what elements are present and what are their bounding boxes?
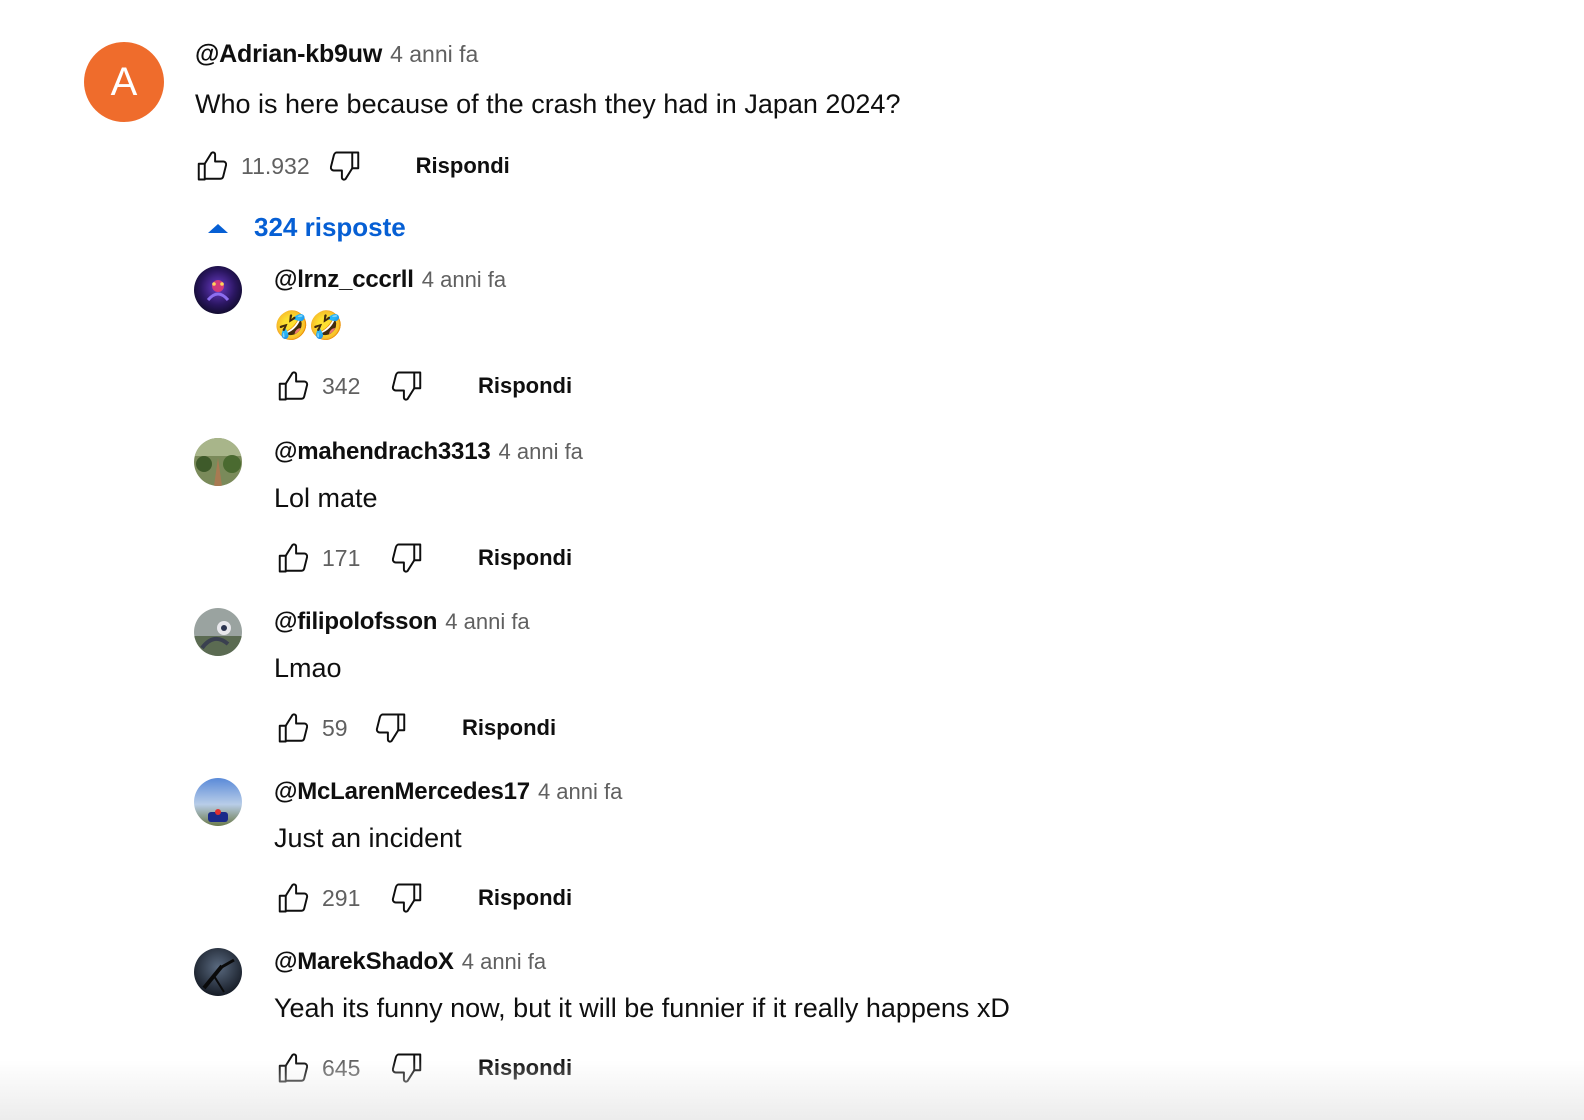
reply-button[interactable]: Rispondi [416,153,510,179]
like-button[interactable] [274,1048,314,1088]
dislike-button[interactable] [386,538,426,578]
reply-header: @MarekShadoX 4 anni fa [274,948,1474,982]
reply-header: @mahendrach3313 4 anni fa [274,438,1474,472]
published-time[interactable]: 4 anni fa [445,609,529,635]
published-time[interactable]: 4 anni fa [538,779,622,805]
author-handle[interactable]: @mahendrach3313 [274,438,491,466]
thumbs-down-icon [391,543,422,573]
caret-up-icon [208,223,228,233]
published-time[interactable]: 4 anni fa [390,41,478,68]
reply-button[interactable]: Rispondi [478,885,572,911]
published-time[interactable]: 4 anni fa [499,439,583,465]
reply-body: @McLarenMercedes17 4 anni fa Just an inc… [274,778,1474,918]
thumbs-down-icon [375,713,406,743]
thumbs-up-icon [278,713,309,743]
avatar[interactable] [194,608,242,656]
reply-text: Just an incident [274,823,462,853]
like-count: 342 [322,372,361,399]
comment-header: @Adrian-kb9uw 4 anni fa [195,40,1495,78]
like-button[interactable] [274,366,314,406]
dislike-button[interactable] [324,146,364,186]
comment-actions: 11.932 Rispondi [193,146,1495,186]
comment-text: Who is here because of the crash they ha… [195,89,901,119]
reply-body: @filipolofsson 4 anni fa Lmao 59 Rispond… [274,608,1474,748]
reply-header: @lrnz_cccrll 4 anni fa [274,266,1474,300]
avatar[interactable]: A [84,42,164,122]
reply-text: Lol mate [274,483,378,513]
avatar[interactable] [194,948,242,996]
like-button[interactable] [274,878,314,918]
dislike-button[interactable] [386,366,426,406]
reply-header: @McLarenMercedes17 4 anni fa [274,778,1474,812]
thumbs-up-icon [278,883,309,913]
author-handle[interactable]: @McLarenMercedes17 [274,778,530,806]
thumbs-down-icon [329,151,359,181]
comments-section: A @Adrian-kb9uw 4 anni fa Who is here be… [0,0,1584,1120]
dislike-button[interactable] [370,708,410,748]
avatar[interactable] [194,266,242,314]
reply-header: @filipolofsson 4 anni fa [274,608,1474,642]
reply-actions: 291 Rispondi [274,878,1474,918]
thumbs-up-icon [278,371,309,401]
like-count: 291 [322,884,361,911]
like-count: 171 [322,544,361,571]
replies-toggle-button[interactable]: 324 risposte [204,212,406,243]
like-button[interactable] [274,538,314,578]
reply-button[interactable]: Rispondi [478,545,572,571]
dislike-button[interactable] [386,1048,426,1088]
thumbs-up-icon [278,1053,309,1083]
reply-button[interactable]: Rispondi [478,1055,572,1081]
thumbs-up-icon [197,151,228,181]
author-handle[interactable]: @lrnz_cccrll [274,266,414,294]
replies-count-label: 324 risposte [254,212,406,242]
published-time[interactable]: 4 anni fa [462,949,546,975]
avatar-letter: A [110,59,138,104]
comment-body: @Adrian-kb9uw 4 anni fa Who is here beca… [195,40,1495,186]
author-handle[interactable]: @filipolofsson [274,608,437,636]
reply-actions: 645 Rispondi [274,1048,1474,1088]
thumbs-down-icon [391,371,422,401]
reply-actions: 342 Rispondi [274,366,1474,406]
reply-button[interactable]: Rispondi [462,715,556,741]
avatar[interactable] [194,438,242,486]
like-button[interactable] [274,708,314,748]
reply-actions: 59 Rispondi [274,708,1474,748]
reply-body: @lrnz_cccrll 4 anni fa 🤣🤣 342 Rispondi [274,266,1474,406]
author-handle[interactable]: @MarekShadoX [274,948,454,976]
reply-text: Lmao [274,653,342,683]
like-button[interactable] [193,146,233,186]
avatar[interactable] [194,778,242,826]
like-count: 59 [322,714,348,741]
like-count: 11.932 [241,152,310,179]
published-time[interactable]: 4 anni fa [422,267,506,293]
author-handle[interactable]: @Adrian-kb9uw [195,40,382,69]
reply-text: Yeah its funny now, but it will be funni… [274,993,1010,1023]
like-count: 645 [322,1054,361,1081]
reply-button[interactable]: Rispondi [478,373,572,399]
reply-actions: 171 Rispondi [274,538,1474,578]
reply-text-content: 🤣🤣 [274,310,344,341]
reply-body: @mahendrach3313 4 anni fa Lol mate 171 R… [274,438,1474,578]
thumbs-down-icon [391,883,422,913]
reply-text: 🤣🤣 [274,308,1474,344]
thumbs-down-icon [391,1053,422,1083]
thumbs-up-icon [278,543,309,573]
dislike-button[interactable] [386,878,426,918]
reply-body: @MarekShadoX 4 anni fa Yeah its funny no… [274,948,1474,1088]
